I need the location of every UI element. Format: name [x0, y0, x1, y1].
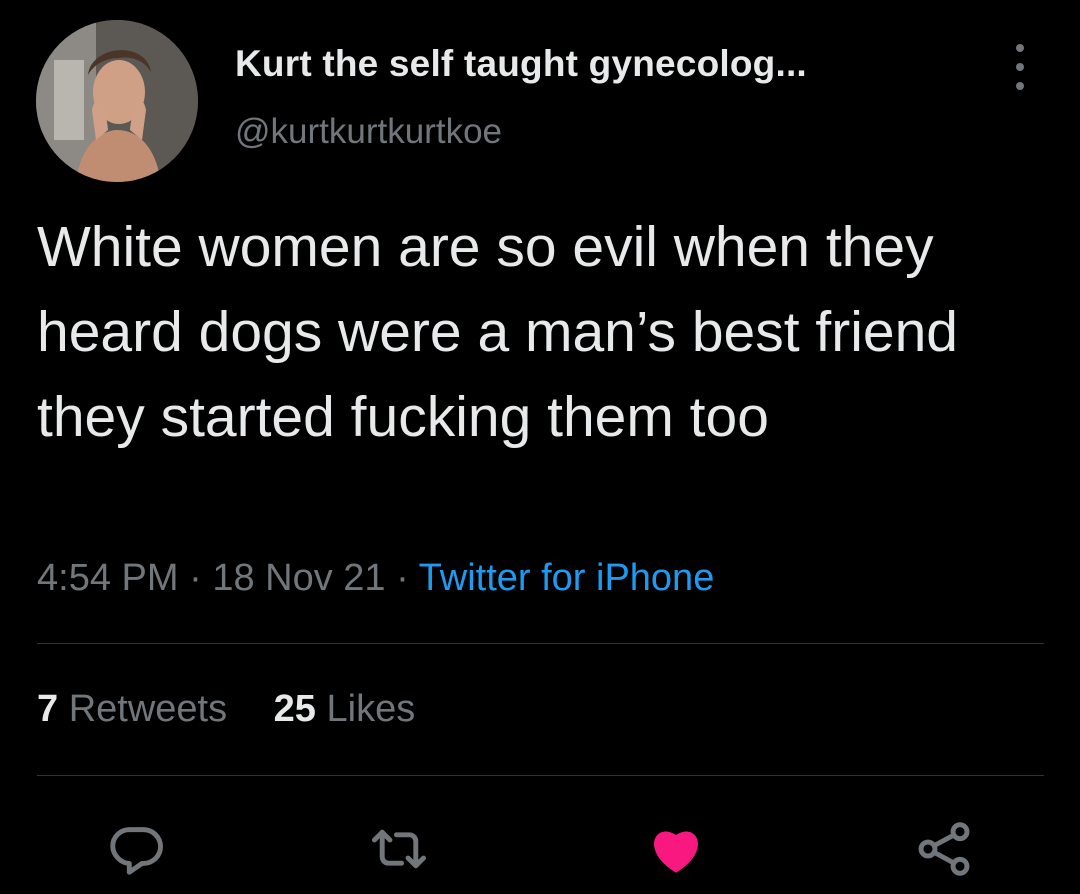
- tweet-time[interactable]: 4:54 PM: [37, 557, 179, 599]
- divider: [37, 775, 1044, 776]
- tweet-meta: 4:54 PM · 18 Nov 21 · Twitter for iPhone: [37, 557, 714, 600]
- tweet-date[interactable]: 18 Nov 21: [212, 557, 385, 599]
- retweets-label: Retweets: [68, 688, 228, 730]
- like-icon[interactable]: [645, 818, 707, 880]
- likes-label: Likes: [326, 688, 416, 730]
- avatar-photo: [36, 20, 198, 182]
- tweet-source[interactable]: Twitter for iPhone: [419, 557, 715, 599]
- author-handle[interactable]: @kurtkurtkurtkoe: [235, 112, 502, 152]
- tweet-stats: 7 Retweets 25 Likes: [37, 688, 415, 731]
- divider: [37, 643, 1044, 644]
- meta-separator: ·: [396, 557, 409, 599]
- author-display-name[interactable]: Kurt the self taught gynecolog...: [235, 43, 807, 85]
- more-options-icon[interactable]: [1005, 44, 1035, 90]
- retweets-stat[interactable]: 7 Retweets: [37, 688, 227, 731]
- reply-icon[interactable]: [105, 818, 167, 880]
- share-icon[interactable]: [913, 818, 975, 880]
- more-dot: [1016, 63, 1024, 71]
- avatar[interactable]: [36, 20, 198, 182]
- meta-separator: ·: [189, 557, 202, 599]
- retweet-icon[interactable]: [368, 818, 430, 880]
- likes-count: 25: [273, 688, 316, 730]
- tweet-text: White women are so evil when they heard …: [37, 215, 958, 449]
- retweets-count: 7: [37, 688, 59, 730]
- more-dot: [1016, 44, 1024, 52]
- more-dot: [1016, 82, 1024, 90]
- likes-stat[interactable]: 25 Likes: [274, 688, 416, 731]
